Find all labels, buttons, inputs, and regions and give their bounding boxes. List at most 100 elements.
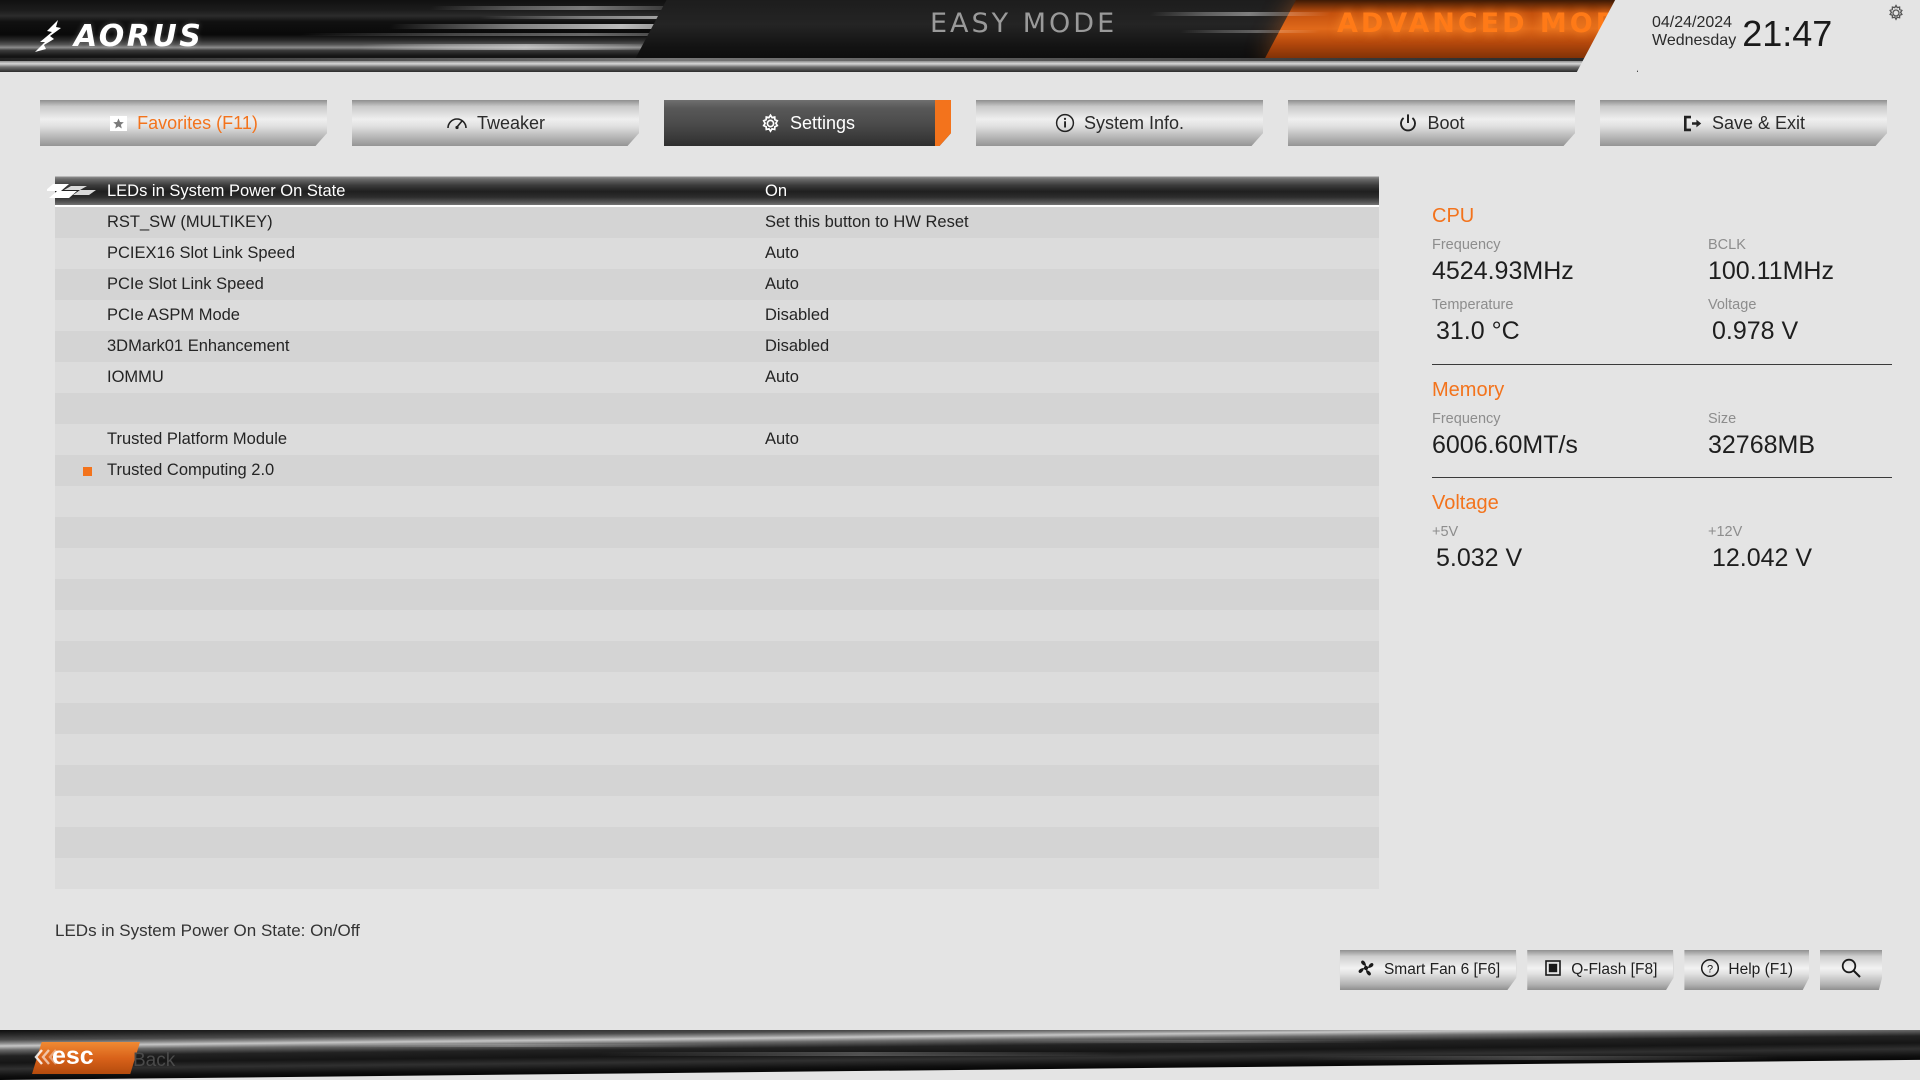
tab-boot[interactable]: Boot (1288, 100, 1575, 146)
settings-row[interactable]: 3DMark01 Enhancement Disabled (55, 331, 1379, 362)
settings-row[interactable]: RST_SW (MULTIKEY) Set this button to HW R… (55, 207, 1379, 238)
settings-row-value[interactable]: Auto (765, 275, 799, 294)
tab-label: Favorites (F11) (137, 112, 258, 133)
submenu-bullet-icon (83, 467, 92, 476)
button-label: Help (F1) (1728, 961, 1793, 978)
cpu-temperature-value: 31.0 °C (1436, 317, 1520, 346)
info-divider (1432, 476, 1892, 478)
gear-icon[interactable] (1886, 3, 1906, 23)
settings-row[interactable]: Trusted Platform Module Auto (55, 424, 1379, 455)
gauge-icon (446, 114, 468, 132)
help-button[interactable]: ? Help (F1) (1684, 950, 1809, 990)
easy-mode-label[interactable]: EASY MODE (930, 8, 1117, 39)
settings-row[interactable]: LEDs in System Power On State On (47, 176, 1379, 207)
back-label: Back (133, 1050, 176, 1071)
settings-row-label: RST_SW (MULTIKEY) (107, 213, 273, 231)
memory-group-title: Memory (1432, 378, 1505, 401)
settings-row-empty (55, 734, 1379, 765)
smart-fan-button[interactable]: Smart Fan 6 [F6] (1339, 950, 1517, 990)
settings-row[interactable]: PCIEX16 Slot Link Speed Auto (55, 238, 1379, 269)
memory-info-group: Memory Frequency 6006.60MT/s Size 32768M… (1432, 379, 1892, 467)
settings-row-empty (55, 486, 1379, 517)
settings-row-label: PCIe Slot Link Speed (107, 275, 264, 293)
settings-row-value[interactable]: Set this button to HW Reset (765, 213, 969, 232)
chip-icon (1543, 958, 1563, 983)
bottom-streak (299, 1044, 721, 1047)
memory-size-key: Size (1708, 410, 1737, 427)
settings-row-label: Trusted Computing 2.0 (107, 461, 275, 479)
settings-row-value[interactable]: On (765, 182, 787, 201)
tab-settings[interactable]: Settings (664, 100, 951, 146)
cpu-temperature-key: Temperature (1432, 297, 1514, 314)
settings-row-value[interactable]: Auto (765, 368, 799, 387)
settings-row-value[interactable]: Disabled (765, 306, 829, 325)
banner-streak (1148, 12, 1332, 16)
info-circle-icon (1055, 113, 1075, 133)
settings-row-value[interactable]: Auto (765, 430, 799, 449)
cpu-voltage-key: Voltage (1708, 297, 1757, 314)
tab-label: Settings (789, 112, 856, 133)
voltage-12v-key: +12V (1708, 523, 1743, 540)
settings-row-empty (55, 765, 1379, 796)
voltage-group-title: Voltage (1432, 491, 1499, 514)
settings-list: LEDs in System Power On State On RST_SW (M… (47, 176, 1379, 889)
aorus-logo: AORUS (32, 18, 203, 54)
main-tab-bar: Favorites (F11) Tweaker Settings System … (0, 100, 1920, 158)
esc-label: esc (52, 1042, 94, 1070)
settings-row[interactable]: PCIe ASPM Mode Disabled (55, 300, 1379, 331)
memory-size-cell: Size 32768MB (1708, 409, 1892, 467)
settings-row-empty (55, 672, 1379, 703)
button-label: Q-Flash [F8] (1571, 961, 1658, 978)
search-button[interactable] (1820, 950, 1882, 990)
memory-size-value: 32768MB (1708, 430, 1816, 459)
bottom-streak (598, 1052, 1122, 1056)
time-label: 21:47 (1742, 12, 1833, 54)
cpu-temperature-cell: Temperature 31.0 °C (1432, 295, 1708, 353)
settings-row-empty (55, 796, 1379, 827)
cpu-frequency-key: Frequency (1432, 237, 1501, 253)
tab-system-info[interactable]: System Info. (976, 100, 1263, 146)
tab-label: System Info. (1083, 112, 1185, 133)
cpu-voltage-cell: Voltage 0.978 V (1708, 295, 1892, 353)
voltage-info-group: Voltage +5V 5.032 V +12V 12.042 V (1432, 492, 1892, 580)
settings-row-label: IOMMU (107, 368, 164, 386)
info-divider (1432, 363, 1892, 365)
power-icon (1398, 113, 1418, 133)
settings-row-value[interactable]: Auto (765, 244, 799, 263)
settings-row-empty (55, 827, 1379, 858)
tab-label: Tweaker (476, 112, 546, 133)
memory-frequency-value: 6006.60MT/s (1432, 430, 1578, 459)
exit-door-icon (1682, 114, 1703, 133)
voltage-12v-value: 12.042 V (1712, 543, 1813, 572)
voltage-5v-key: +5V (1432, 523, 1459, 540)
button-label: Smart Fan 6 [F6] (1383, 961, 1501, 978)
settings-row[interactable]: IOMMU Auto (55, 362, 1379, 393)
gear-icon (760, 113, 781, 134)
settings-row[interactable]: PCIe Slot Link Speed Auto (55, 269, 1379, 300)
tab-label: Boot (1427, 112, 1465, 133)
q-flash-button[interactable]: Q-Flash [F8] (1527, 950, 1674, 990)
settings-row-empty (55, 393, 1379, 424)
bottom-bar: esc Back (0, 1030, 1920, 1080)
question-circle-icon: ? (1700, 958, 1720, 983)
tab-label: Save & Exit (1711, 112, 1806, 133)
falcon-logo-icon (35, 20, 61, 52)
settings-row[interactable]: Trusted Computing 2.0 (55, 455, 1379, 486)
settings-row-label: 3DMark01 Enhancement (107, 337, 290, 355)
system-monitor-panel: CPU Frequency 4524.93MHz BCLK 100.11MHz … (1432, 205, 1892, 588)
aorus-logo-text: AORUS (74, 18, 204, 54)
tab-save-exit[interactable]: Save & Exit (1600, 100, 1887, 146)
settings-row-value[interactable]: Disabled (765, 337, 829, 356)
tab-favorites[interactable]: Favorites (F11) (40, 100, 327, 146)
date-label: 04/24/2024 (1652, 14, 1733, 31)
clock-panel: 04/24/2024 Wednesday 21:47 (1638, 0, 1920, 72)
settings-row-label: LEDs in System Power On State (107, 182, 346, 200)
cpu-bclk-cell: BCLK 100.11MHz (1708, 235, 1892, 293)
memory-frequency-key: Frequency (1432, 410, 1501, 427)
settings-row-empty (55, 641, 1379, 672)
tab-tweaker[interactable]: Tweaker (352, 100, 639, 146)
cpu-voltage-value: 0.978 V (1712, 317, 1799, 346)
settings-row-label: PCIEX16 Slot Link Speed (107, 244, 296, 262)
settings-row-empty (55, 610, 1379, 641)
selection-arrow-icon (47, 184, 96, 198)
